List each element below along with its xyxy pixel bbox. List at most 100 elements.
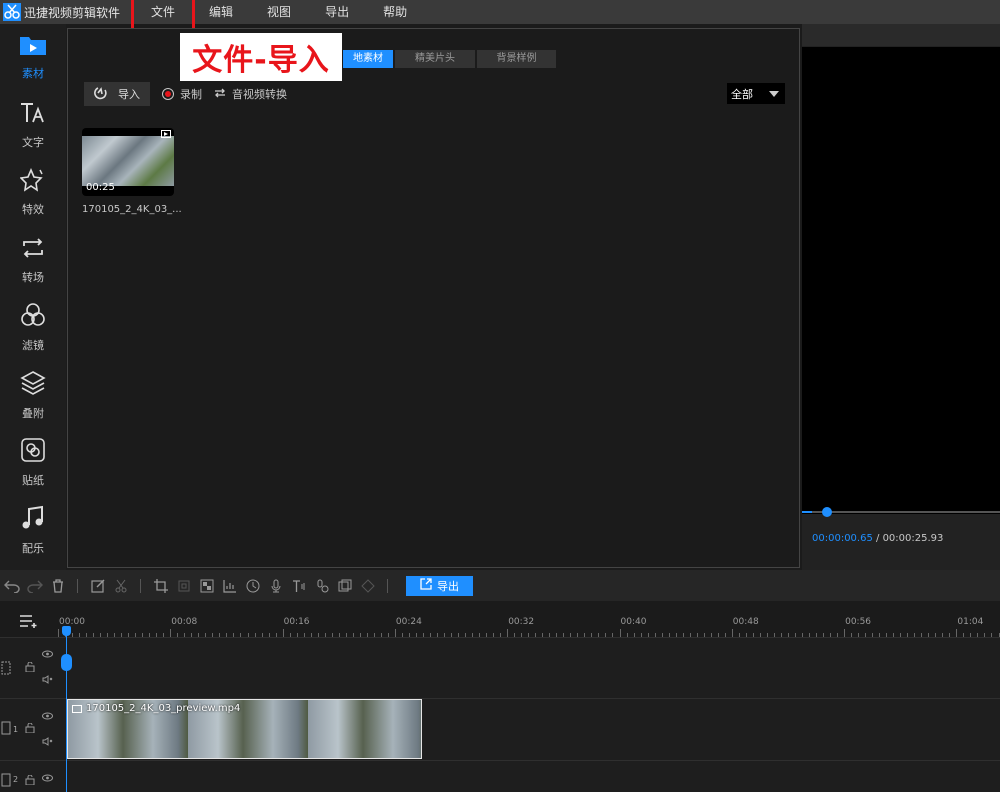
record-button[interactable]: 录制 (162, 86, 202, 102)
convert-label: 音视频转换 (232, 88, 287, 101)
timeline-ruler[interactable]: 00:00 00:08 00:16 00:24 00:32 00:40 00:48 00:56… (0, 605, 1000, 637)
lock-icon[interactable] (25, 774, 35, 788)
sidebar-item-label: 配乐 (22, 541, 44, 555)
ruler-tick (956, 629, 958, 637)
sidebar-item-effects[interactable]: 特效 (0, 159, 66, 227)
media-clip-card[interactable]: 00:25 170105_2_4K_03_... (82, 128, 182, 215)
speaker-icon[interactable] (42, 737, 53, 749)
clip-thumbnail: 00:25 (82, 128, 174, 196)
add-track-icon[interactable] (0, 605, 58, 637)
sidebar-item-music[interactable]: 配乐 (0, 497, 66, 565)
sidebar-item-filter[interactable]: 滤镜 (0, 294, 66, 362)
media-library-panel: 地素材 精美片头 背景样例 导入 录制 音视频转换 全部 00:25 17010… (67, 28, 800, 568)
menu-edit[interactable]: 编辑 (192, 0, 250, 24)
audio-chart-icon[interactable] (219, 575, 241, 597)
lock-icon[interactable] (25, 661, 35, 675)
text-voice-icon[interactable] (288, 575, 310, 597)
playhead-grip[interactable] (61, 654, 72, 671)
timeline-video-clip[interactable]: 170105_2_4K_03_preview.mp4 (67, 699, 422, 759)
preview-time: 00:00:00.65 / 00:00:25.93 (812, 533, 943, 544)
timeline-clip-name: 170105_2_4K_03_preview.mp4 (86, 703, 241, 714)
preview-screen (802, 47, 1000, 514)
eye-icon[interactable] (42, 774, 53, 785)
timeline-track-2[interactable]: 2 (0, 760, 1000, 792)
sidebar-item-label: 素材 (22, 67, 44, 81)
cut-icon[interactable] (110, 575, 132, 597)
delete-icon[interactable] (47, 575, 69, 597)
clock-icon[interactable] (242, 575, 264, 597)
timeline-track-effects[interactable] (0, 637, 1000, 698)
voice-change-icon[interactable] (311, 575, 333, 597)
export-button[interactable]: 导出 (406, 575, 473, 596)
menu-help[interactable]: 帮助 (366, 0, 424, 24)
library-tabs: 地素材 精美片头 背景样例 (343, 50, 558, 68)
eye-icon[interactable] (42, 650, 53, 661)
scrubber-knob[interactable] (821, 507, 832, 517)
overlay-icon (20, 370, 46, 399)
record-label: 录制 (180, 88, 202, 101)
playhead-line[interactable] (66, 626, 67, 792)
track-header (0, 638, 58, 698)
menu-bar: 迅捷视频剪辑软件 文件 编辑 视图 导出 帮助 (0, 0, 1000, 37)
sidebar-item-media[interactable]: 素材 (0, 24, 66, 92)
toolbar-divider (387, 578, 388, 593)
track-number: 1 (13, 725, 19, 734)
sidebar-item-transition[interactable]: 转场 (0, 227, 66, 295)
total-time: 00:00:25.93 (882, 533, 944, 544)
ruler-tick-label: 00:48 (732, 617, 759, 627)
tab-local-media[interactable]: 地素材 (343, 50, 393, 68)
undo-icon[interactable] (1, 575, 23, 597)
import-toolbar: 导入 录制 音视频转换 (84, 82, 287, 106)
toolbar-divider (140, 578, 141, 593)
redo-icon[interactable] (24, 575, 46, 597)
menu-export[interactable]: 导出 (308, 0, 366, 24)
ruler-tick-label: 01:04 (957, 617, 984, 627)
mosaic-icon[interactable] (196, 575, 218, 597)
speaker-icon[interactable] (42, 675, 53, 687)
playhead-handle[interactable] (62, 626, 71, 636)
toolbar-divider (77, 578, 78, 593)
ruler-tick (619, 629, 621, 637)
tab-backgrounds[interactable]: 背景样例 (477, 50, 556, 68)
video-icon (161, 130, 171, 138)
music-icon (20, 505, 46, 534)
filter-dropdown[interactable]: 全部 (727, 83, 785, 104)
lock-icon[interactable] (25, 722, 35, 736)
film-icon (1, 661, 11, 678)
ruler-tick-label: 00:24 (395, 617, 422, 627)
sidebar-item-label: 特效 (22, 203, 44, 217)
sidebar-item-text[interactable]: 文字 (0, 92, 66, 160)
timeline-toolbar: 导出 (0, 570, 1000, 601)
video-icon (72, 704, 82, 713)
eye-icon[interactable] (42, 712, 53, 723)
ruler-ticks: 00:00 00:08 00:16 00:24 00:32 00:40 00:48 00:56… (58, 605, 1000, 637)
sidebar-item-label: 文字 (22, 135, 44, 149)
import-button[interactable]: 导入 (84, 82, 150, 106)
keyframe-icon[interactable] (357, 575, 379, 597)
menu-view[interactable]: 视图 (250, 0, 308, 24)
convert-button[interactable]: 音视频转换 (214, 86, 287, 102)
ruler-tick-label: 00:56 (845, 617, 872, 627)
edit-icon[interactable] (87, 575, 109, 597)
aspect-icon[interactable] (173, 575, 195, 597)
sidebar-item-label: 贴纸 (22, 474, 44, 488)
filter-value: 全部 (731, 87, 753, 101)
microphone-icon[interactable] (265, 575, 287, 597)
crop-icon[interactable] (150, 575, 172, 597)
track-header: 2 (0, 761, 58, 792)
tab-intros[interactable]: 精美片头 (395, 50, 475, 68)
current-time: 00:00:00.65 (812, 533, 873, 544)
preview-scrubber[interactable] (802, 507, 1000, 517)
scrubber-fill (802, 511, 812, 513)
sidebar-item-label: 叠附 (22, 406, 44, 420)
sidebar-item-overlay[interactable]: 叠附 (0, 362, 66, 430)
sidebar-item-sticker[interactable]: 贴纸 (0, 429, 66, 497)
preview-panel: 00:00:00.65 / 00:00:25.93 (802, 24, 1000, 570)
pip-icon[interactable] (334, 575, 356, 597)
convert-icon (214, 87, 226, 102)
record-icon (162, 88, 174, 100)
transition-icon (20, 236, 46, 263)
ruler-tick (282, 629, 284, 637)
ruler-tick-label: 00:40 (620, 617, 647, 627)
film-icon (1, 773, 11, 790)
